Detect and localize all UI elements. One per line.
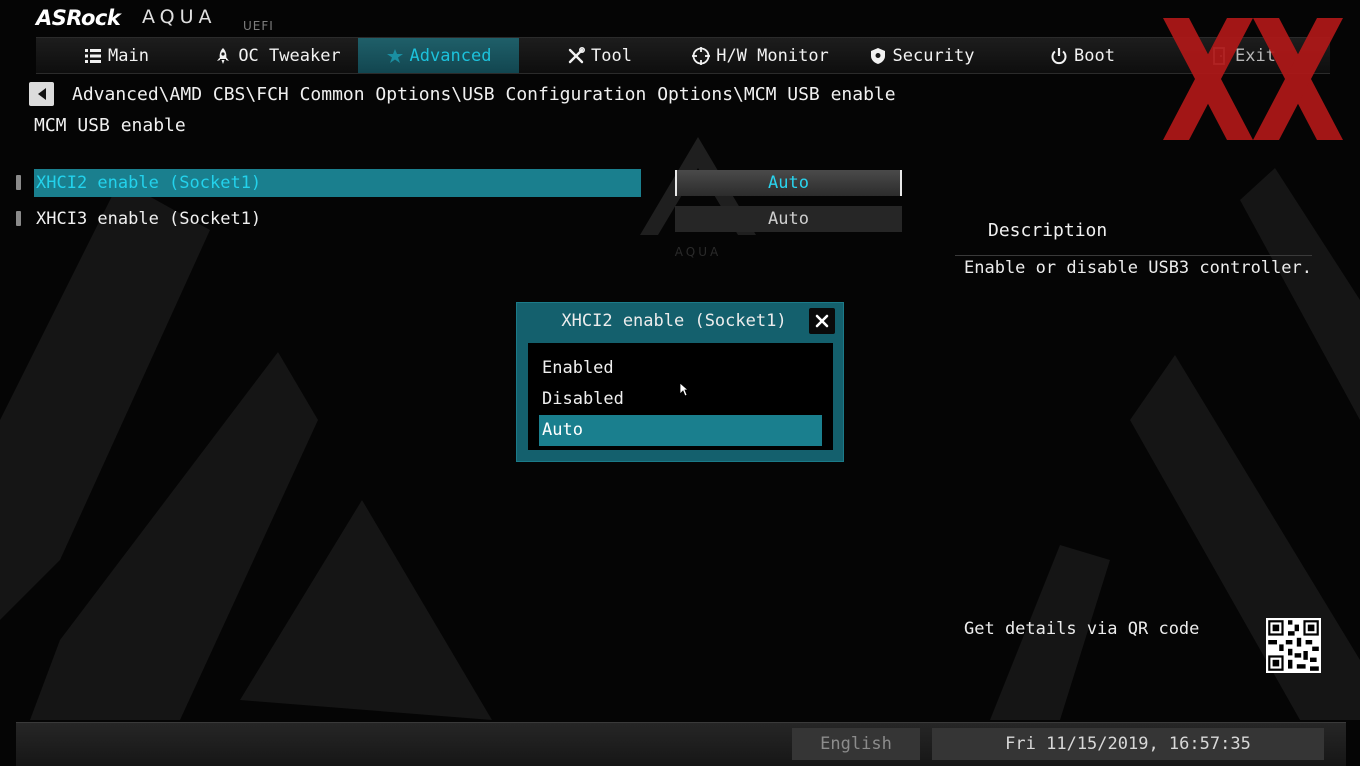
tab-tool-label: Tool xyxy=(591,45,632,66)
popup-title: XHCI2 enable (Socket1) xyxy=(561,311,787,331)
popup-option-enabled[interactable]: Enabled xyxy=(539,353,822,384)
crosshair-icon xyxy=(692,46,711,65)
tab-advanced[interactable]: Advanced xyxy=(358,38,519,73)
popup-option-auto[interactable]: Auto xyxy=(539,415,822,446)
option-label-xhci2: XHCI2 enable (Socket1) xyxy=(34,169,641,197)
description-title: Description xyxy=(988,220,1108,241)
option-row-xhci2[interactable]: XHCI2 enable (Socket1) Auto xyxy=(14,169,904,197)
datetime-display[interactable]: Fri 11/15/2019, 16:57:35 xyxy=(932,728,1324,760)
option-value-xhci3[interactable]: Auto xyxy=(675,206,902,232)
popup-close-button[interactable] xyxy=(809,308,835,334)
tab-hw-monitor-label: H/W Monitor xyxy=(716,45,829,66)
mouse-cursor-icon xyxy=(679,382,689,397)
tab-oc-tweaker-label: OC Tweaker xyxy=(238,45,341,66)
aqua-logo: AQUA xyxy=(142,6,217,28)
row-handle-icon xyxy=(16,175,21,190)
uefi-label: UEFI xyxy=(243,19,274,33)
rocket-icon xyxy=(217,47,230,64)
back-button[interactable] xyxy=(29,82,54,106)
description-text: Enable or disable USB3 controller. xyxy=(964,258,1312,278)
asrock-logo: ASRock xyxy=(36,6,121,30)
tab-oc-tweaker[interactable]: OC Tweaker xyxy=(197,38,358,73)
tab-security-label: Security xyxy=(892,45,975,66)
list-icon xyxy=(85,48,102,63)
tab-security[interactable]: Security xyxy=(841,38,1002,73)
power-icon xyxy=(1051,47,1067,64)
xx-watermark-logo xyxy=(1163,18,1343,140)
tab-hw-monitor[interactable]: H/W Monitor xyxy=(680,38,841,73)
top-nav: Main OC Tweaker Advanced Tool H/W Monito… xyxy=(36,37,1330,74)
option-label-xhci3: XHCI3 enable (Socket1) xyxy=(36,209,262,229)
shield-icon xyxy=(870,47,885,64)
qr-code-icon[interactable] xyxy=(1266,618,1321,673)
option-value-xhci2[interactable]: Auto xyxy=(675,170,902,196)
breadcrumb: Advanced\AMD CBS\FCH Common Options\USB … xyxy=(72,84,896,105)
description-divider xyxy=(955,255,1312,256)
tools-icon xyxy=(568,46,586,63)
tab-main[interactable]: Main xyxy=(36,38,197,73)
tab-boot-label: Boot xyxy=(1074,45,1115,66)
option-row-xhci3[interactable]: XHCI3 enable (Socket1) Auto xyxy=(14,205,904,233)
row-handle-icon xyxy=(16,211,21,226)
tab-advanced-label: Advanced xyxy=(409,45,492,66)
tab-tool[interactable]: Tool xyxy=(519,38,680,73)
star-icon xyxy=(386,48,403,63)
close-icon xyxy=(815,314,829,328)
tab-boot[interactable]: Boot xyxy=(1002,38,1163,73)
language-button[interactable]: English xyxy=(792,728,920,760)
svg-text:AQUA: AQUA xyxy=(675,245,721,259)
tab-main-label: Main xyxy=(108,45,149,66)
qr-label: Get details via QR code xyxy=(964,619,1200,639)
arrow-left-icon xyxy=(37,88,46,100)
page-title: MCM USB enable xyxy=(34,115,186,136)
